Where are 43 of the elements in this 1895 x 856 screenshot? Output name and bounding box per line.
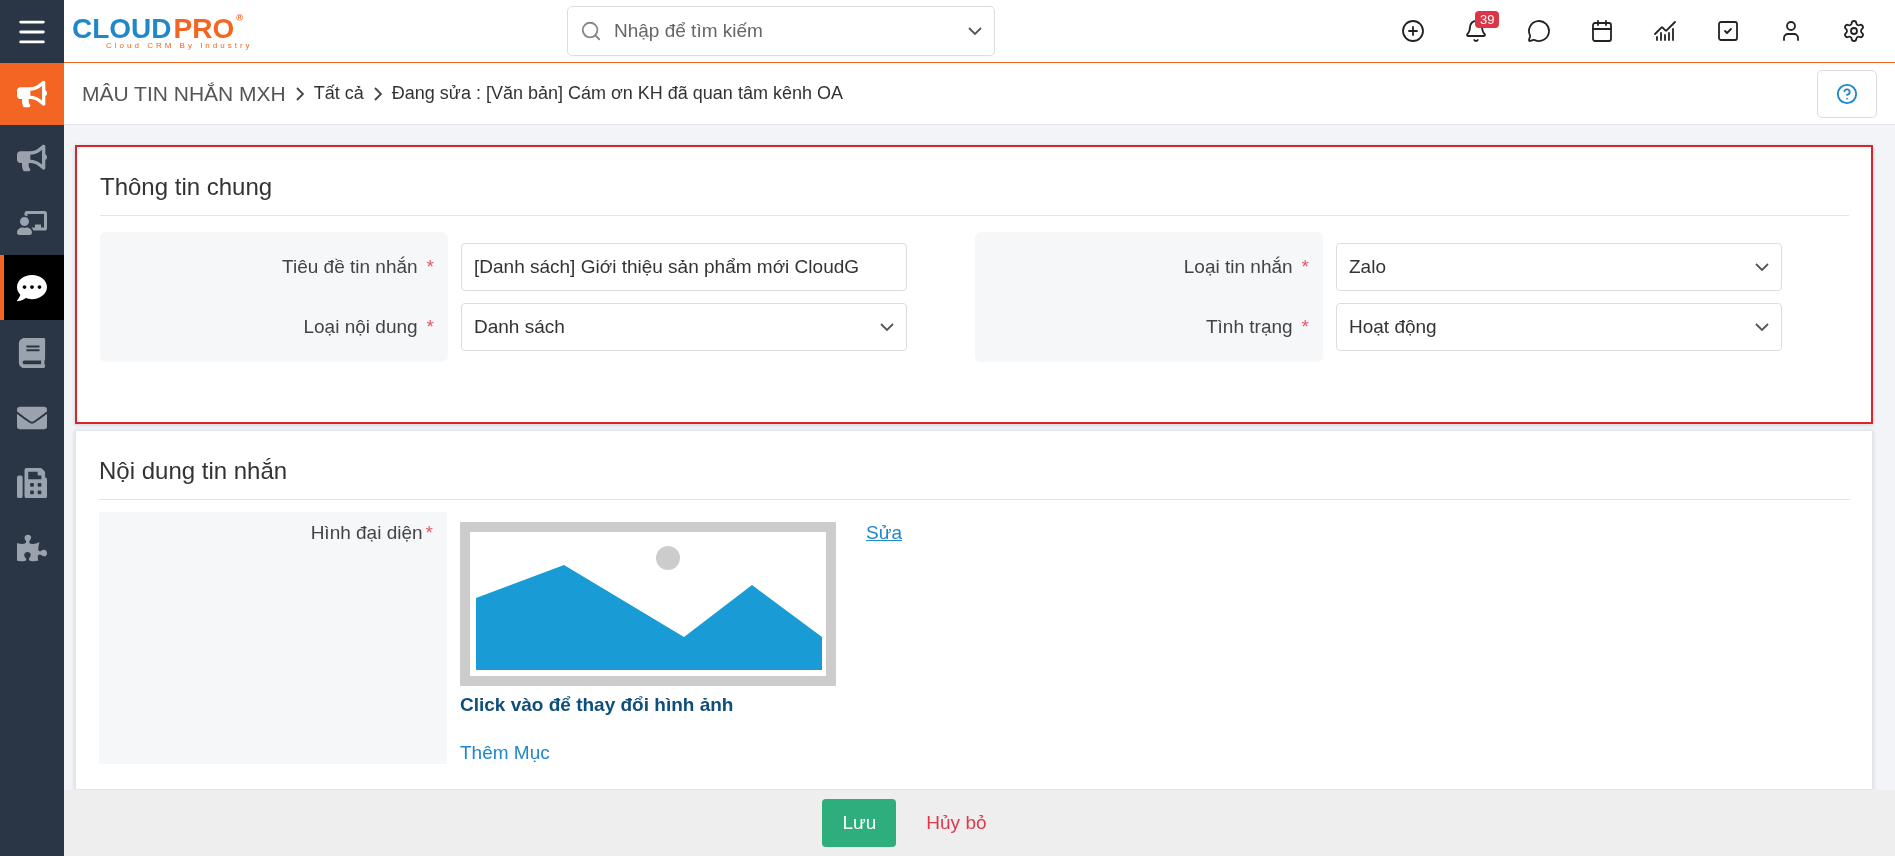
search-icon [580, 20, 602, 42]
select-field[interactable]: Zalo [1336, 243, 1782, 291]
field-label: Loại tin nhắn * [1182, 255, 1310, 280]
search-field[interactable]: Nhập để tìm kiếm [567, 6, 995, 56]
required-asterisk: * [1301, 256, 1309, 278]
add-icon[interactable] [1400, 19, 1425, 43]
chevron-down-icon [880, 323, 894, 331]
field-label: Loại nội dung * [302, 315, 435, 340]
help-icon [1836, 82, 1858, 105]
settings-icon[interactable] [1841, 19, 1866, 43]
required-asterisk: * [426, 316, 434, 338]
chat-icon[interactable] [1526, 19, 1551, 43]
required-asterisk: * [425, 522, 433, 544]
chevron-icon [295, 86, 304, 101]
chat-bubble-icon[interactable] [0, 255, 64, 320]
logo[interactable]: CLOUDPRO® Cloud CRM By Industry [72, 12, 312, 50]
chevron-icon [373, 86, 382, 101]
text-field[interactable]: [Danh sách] Giới thiệu sản phẩm mới CloudG [461, 243, 907, 291]
select-field[interactable]: Hoạt động [1336, 303, 1782, 351]
select-field[interactable]: Danh sách [461, 303, 907, 351]
edit-link[interactable]: Sửa [866, 522, 902, 543]
chevron-down-icon [1755, 323, 1769, 331]
image-caption[interactable]: Click vào để thay đổi hình ảnh [460, 694, 836, 716]
field-label: Tình trạng * [1205, 315, 1310, 340]
add-item-link[interactable]: Thêm Mục [460, 742, 836, 764]
chevron-down-icon [1755, 263, 1769, 271]
module-title[interactable]: MÂU TIN NHẮN MXH [82, 81, 286, 106]
breadcrumb-item[interactable]: Tất cả [313, 83, 364, 104]
section-title: Nội dung tin nhắn [99, 431, 1850, 500]
field-label: Hình đại diện* [309, 522, 434, 544]
calendar-icon[interactable] [1589, 19, 1614, 43]
help-button[interactable] [1817, 69, 1877, 118]
field-label: Tiêu đề tin nhắn * [281, 255, 435, 280]
notification-badge: 39 [1475, 11, 1500, 28]
checkbox-icon[interactable] [1715, 19, 1740, 43]
required-asterisk: * [426, 256, 434, 278]
section-title: Thông tin chung [100, 147, 1849, 216]
chart-icon[interactable] [1652, 19, 1677, 43]
cancel-link[interactable]: Hủy bỏ [926, 812, 987, 834]
chevron-down-icon[interactable] [968, 27, 982, 35]
required-asterisk: * [1301, 316, 1309, 338]
breadcrumb-item: Đang sửa : [Văn bản] Cám ơn KH đã quan tâm kênh OA [391, 83, 843, 104]
image-placeholder-icon[interactable] [460, 522, 836, 686]
